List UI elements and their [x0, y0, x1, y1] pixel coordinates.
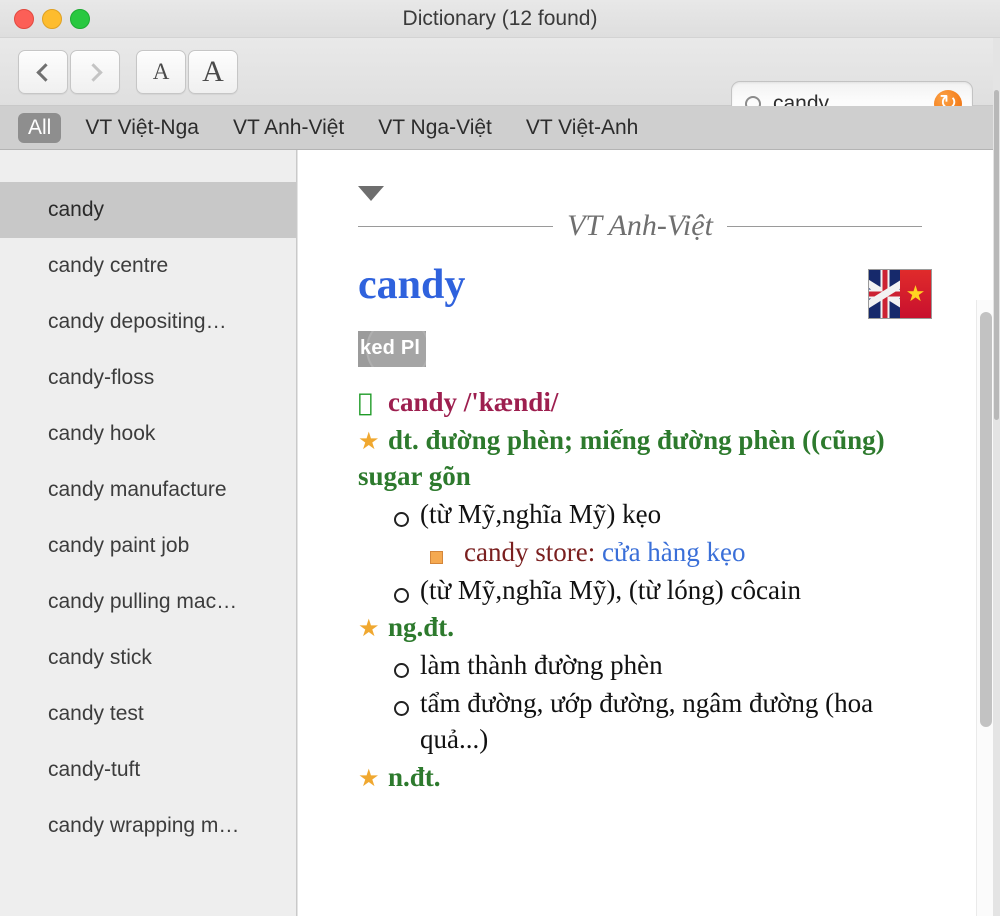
list-item[interactable]: candy stick — [0, 630, 296, 686]
list-item[interactable]: candy manufacture — [0, 462, 296, 518]
sidebar-bottom-edge — [0, 910, 296, 916]
star-icon: ★ — [358, 614, 380, 643]
star-icon: ★ — [358, 764, 380, 793]
content-scrollbar-track[interactable] — [976, 300, 993, 916]
pronunciation-text: candy /'kændi/ — [388, 387, 559, 417]
sense-item: tẩm đường, ướp đường, ngâm đường (hoa qu… — [358, 686, 932, 758]
results-sidebar[interactable]: candy candy centre candy depositing… can… — [0, 150, 297, 916]
decrease-font-size-button[interactable]: A — [136, 50, 186, 94]
font-smaller-label: A — [152, 59, 170, 84]
dictionary-source-header: VT Anh-Việt — [358, 209, 932, 243]
uk-cross-horizontal-red — [869, 291, 900, 297]
definition-body: candy /'kændi/ ★dt. đường phèn; miếng đ… — [358, 385, 932, 796]
dictionary-tab-bar: All VT Việt-Nga VT Anh-Việt VT Nga-Việt … — [0, 106, 1000, 150]
toolbar: A A candy ↺ — [0, 38, 1000, 127]
titlebar: Dictionary (12 found) — [0, 0, 1000, 38]
pronunciation-line: candy /'kændi/ — [358, 385, 932, 421]
definition-panel: VT Anh-Việt candy ★ ked Pl candy /'kændi… — [298, 150, 1000, 916]
chevron-left-icon — [35, 62, 55, 82]
star-icon: ★ — [358, 426, 380, 455]
example-source-text: candy store: — [464, 536, 596, 567]
chevron-right-icon — [83, 62, 103, 82]
collapse-triangle-icon[interactable] — [358, 186, 384, 201]
list-item[interactable]: candy depositing… — [0, 294, 296, 350]
content-scrollbar-thumb[interactable] — [980, 312, 992, 727]
list-item[interactable]: candy paint job — [0, 518, 296, 574]
tab-vt-viet-anh[interactable]: VT Việt-Anh — [516, 113, 648, 143]
dictionary-window: Dictionary (12 found) A A candy ↺ All VT… — [0, 0, 1000, 916]
sense-item: (từ Mỹ,nghĩa Mỹ), (từ lóng) côcain — [358, 573, 932, 609]
list-item[interactable]: candy-tuft — [0, 742, 296, 798]
example-translation-text[interactable]: cửa hàng kẹo — [602, 537, 746, 567]
sidebar-top-padding — [0, 150, 296, 182]
main-body: candy candy centre candy depositing… can… — [0, 150, 1000, 916]
star-icon: ★ — [905, 281, 926, 306]
list-item[interactable]: candy test — [0, 686, 296, 742]
part-of-speech-text: n.đt. — [388, 762, 441, 793]
part-of-speech-line: ★ n.đt. — [358, 760, 932, 796]
rule-left — [358, 225, 554, 227]
part-of-speech-text: dt. đường phèn; miếng đường phèn ((cũng)… — [358, 424, 885, 491]
vietnam-flag-half: ★ — [900, 270, 931, 318]
sense-item: (từ Mỹ,nghĩa Mỹ) kẹo — [358, 497, 932, 533]
headword: candy — [358, 262, 466, 308]
tab-vt-viet-nga[interactable]: VT Việt-Nga — [75, 113, 209, 143]
audio-badge-label: ked Pl — [360, 337, 421, 359]
window-scrollbar-thumb[interactable] — [994, 90, 999, 420]
dictionary-name: VT Anh-Việt — [567, 209, 713, 242]
example-item: candy store: cửa hàng kẹo — [358, 535, 932, 571]
tab-vt-nga-viet[interactable]: VT Nga-Việt — [368, 113, 502, 143]
list-item[interactable]: candy-floss — [0, 350, 296, 406]
font-larger-label: A — [202, 55, 224, 88]
list-item[interactable]: candy — [0, 182, 296, 238]
uk-flag-half — [869, 270, 900, 318]
window-title: Dictionary (12 found) — [402, 7, 598, 30]
window-scrollbar-track[interactable] — [993, 38, 1000, 916]
sense-item: làm thành đường phèn — [358, 648, 932, 684]
uk-vietnam-flag-icon: ★ — [868, 269, 932, 319]
part-of-speech-line: ★ dt. đường phèn; miếng đường phèn ((cũng… — [358, 423, 932, 495]
back-button[interactable] — [18, 50, 68, 94]
increase-font-size-button[interactable]: A — [188, 50, 238, 94]
headword-row: candy ★ — [358, 263, 932, 319]
part-of-speech-line: ★ ng.đt. — [358, 610, 932, 646]
tab-all[interactable]: All — [18, 112, 62, 143]
definition-content: VT Anh-Việt candy ★ ked Pl candy /'kændi… — [298, 150, 1000, 796]
list-item[interactable]: candy hook — [0, 406, 296, 462]
audio-badge-image[interactable]: ked Pl — [358, 331, 426, 367]
forward-button[interactable] — [70, 50, 120, 94]
list-item[interactable]: candy pulling mac… — [0, 574, 296, 630]
list-item[interactable]: candy centre — [0, 238, 296, 294]
part-of-speech-text: ng.đt. — [388, 612, 455, 643]
rule-right — [726, 225, 923, 227]
uk-cross-vertical-red — [882, 270, 887, 318]
list-item[interactable]: candy wrapping m… — [0, 798, 296, 854]
tab-vt-anh-viet[interactable]: VT Anh-Việt — [223, 113, 354, 143]
apple-icon:  — [358, 386, 384, 419]
